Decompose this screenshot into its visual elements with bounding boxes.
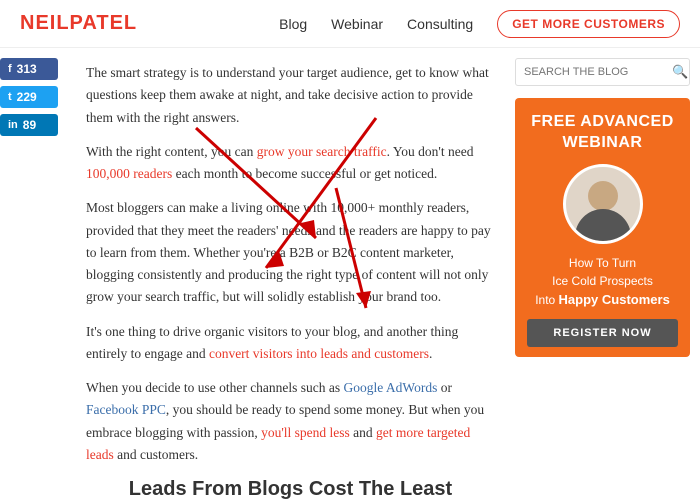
link-facebook-ppc[interactable]: Facebook PPC <box>86 402 166 417</box>
para-2: With the right content, you can grow you… <box>86 141 495 186</box>
webinar-card-title: FREE ADVANCEDWEBINAR <box>531 112 674 154</box>
avatar-suit <box>575 209 631 241</box>
main-nav: Blog Webinar Consulting GET MORE CUSTOME… <box>279 10 680 38</box>
linkedin-share[interactable]: in 89 <box>0 114 58 136</box>
section-heading: Leads From Blogs Cost The Least <box>86 478 495 501</box>
facebook-icon: f <box>8 63 12 75</box>
right-sidebar: 🔍 FREE ADVANCEDWEBINAR How To Turn Ice C… <box>515 48 700 502</box>
header: NEILPATEL Blog Webinar Consulting GET MO… <box>0 0 700 48</box>
site-logo[interactable]: NEILPATEL <box>20 12 137 35</box>
para-3: Most bloggers can make a living online w… <box>86 197 495 308</box>
webinar-subtitle: How To Turn Ice Cold Prospects Into Happ… <box>531 254 674 310</box>
facebook-share[interactable]: f 313 <box>0 58 58 80</box>
nav-blog[interactable]: Blog <box>279 16 307 32</box>
link-google-adwords[interactable]: Google AdWords <box>344 380 438 395</box>
link-100k-readers[interactable]: 100,000 readers <box>86 166 172 181</box>
avatar-head <box>588 181 618 211</box>
nav-webinar[interactable]: Webinar <box>331 16 383 32</box>
para-5: When you decide to use other channels su… <box>86 377 495 466</box>
search-input[interactable] <box>524 66 666 78</box>
register-button[interactable]: REGISTER NOW <box>527 319 678 347</box>
link-spend-less[interactable]: you'll spend less <box>261 425 350 440</box>
link-convert-visitors[interactable]: convert visitors into leads and customer… <box>209 346 429 361</box>
search-box[interactable]: 🔍 <box>515 58 690 86</box>
link-grow-traffic[interactable]: grow your search traffic <box>257 144 387 159</box>
twitter-count: 229 <box>17 90 37 104</box>
linkedin-icon: in <box>8 119 18 131</box>
nav-consulting[interactable]: Consulting <box>407 16 473 32</box>
main-layout: f 313 t 229 in 89 The smart strategy is … <box>0 48 700 502</box>
linkedin-count: 89 <box>23 118 36 132</box>
webinar-card: FREE ADVANCEDWEBINAR How To Turn Ice Col… <box>515 98 690 357</box>
webinar-avatar <box>563 164 643 244</box>
article-content: The smart strategy is to understand your… <box>66 48 515 502</box>
social-bar: f 313 t 229 in 89 <box>0 48 66 502</box>
twitter-icon: t <box>8 91 12 103</box>
para-4: It's one thing to drive organic visitors… <box>86 321 495 366</box>
twitter-share[interactable]: t 229 <box>0 86 58 108</box>
facebook-count: 313 <box>17 62 37 76</box>
cta-button[interactable]: GET MORE CUSTOMERS <box>497 10 680 38</box>
para-1: The smart strategy is to understand your… <box>86 62 495 129</box>
search-icon: 🔍 <box>672 64 688 80</box>
